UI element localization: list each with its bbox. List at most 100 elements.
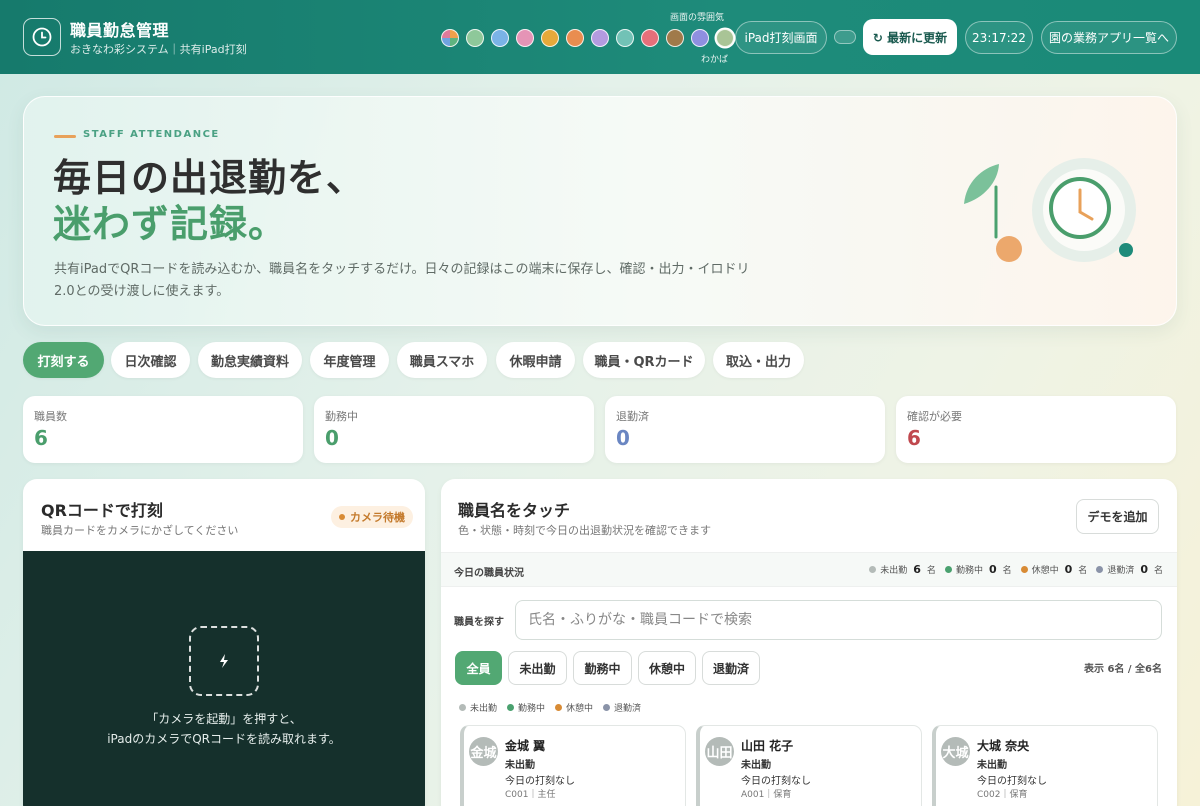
- theme-swatch[interactable]: [641, 29, 659, 47]
- theme-swatch[interactable]: [616, 29, 634, 47]
- stat-label: 勤務中: [325, 410, 358, 423]
- stat-value: 6: [34, 426, 48, 450]
- staff-touch-panel: 職員名をタッチ 色・状態・時刻で今日の出退勤状況を確認できます デモを追加 今日…: [441, 479, 1177, 806]
- status-dot-icon: [555, 704, 563, 711]
- hero-eyebrow: STAFF ATTENDANCE: [83, 129, 220, 140]
- stat-value: 0: [616, 426, 630, 450]
- theme-swatches: [441, 29, 734, 47]
- theme-swatch[interactable]: [441, 29, 459, 47]
- status-legend: 未出勤 勤務中 休憩中 退勤済: [459, 701, 641, 714]
- status-dot-icon: [507, 704, 515, 711]
- staff-name: 山田 花子: [741, 739, 794, 753]
- staff-punch-info: 今日の打刻なし: [741, 776, 811, 787]
- tab-staff-smartphone[interactable]: 職員スマホ: [397, 342, 487, 378]
- app-title: 職員勤怠管理: [70, 21, 170, 40]
- staff-card[interactable]: 大城 大城 奈央 未出勤 今日の打刻なし C002｜保育: [932, 725, 1158, 806]
- add-demo-button[interactable]: デモを追加: [1076, 499, 1159, 534]
- filter-all[interactable]: 全員: [455, 651, 502, 685]
- staff-punch-info: 今日の打刻なし: [977, 776, 1047, 787]
- status-dot-icon: [869, 566, 877, 573]
- legend-item: 勤務中: [507, 701, 545, 714]
- status-count-working: 勤務中 0 名: [944, 563, 1012, 576]
- hero-panel: STAFF ATTENDANCE 毎日の出退勤を、 迷わず記録。 共有iPadで…: [23, 96, 1177, 326]
- theme-swatch[interactable]: [516, 29, 534, 47]
- theme-swatch[interactable]: [566, 29, 584, 47]
- theme-label: 画面の雰囲気: [670, 13, 725, 23]
- legend-item: 未出勤: [459, 701, 497, 714]
- camera-viewport[interactable]: 「カメラを起動」を押すと、 iPadのカメラでQRコードを読み取れます。: [23, 551, 425, 806]
- staff-panel-title: 職員名をタッチ: [458, 501, 571, 520]
- status-dot-icon: [339, 514, 345, 520]
- today-status-bar: 今日の職員状況 未出勤 6 名 勤務中 0 名 休憩中 0 名 退勤済 0 名: [441, 552, 1177, 587]
- staff-panel-subtitle: 色・状態・時刻で今日の出退勤状況を確認できます: [458, 524, 711, 537]
- staff-search-input[interactable]: [515, 600, 1162, 640]
- theme-swatch-selected[interactable]: [716, 29, 734, 47]
- tab-punch[interactable]: 打刻する: [23, 342, 104, 378]
- qr-panel-title: QRコードで打刻: [41, 501, 163, 520]
- app-subtitle: おきなわ彩システム｜共有iPad打刻: [70, 43, 247, 56]
- status-bar-title: 今日の職員状況: [454, 568, 524, 579]
- tab-leave-request[interactable]: 休暇申請: [496, 342, 575, 378]
- stat-card-needs-review: 確認が必要 6: [896, 396, 1176, 463]
- status-count-break: 休憩中 0 名: [1020, 563, 1087, 576]
- staff-status: 未出勤: [505, 760, 535, 771]
- theme-swatch[interactable]: [466, 29, 484, 47]
- app-header: 職員勤怠管理 おきなわ彩システム｜共有iPad打刻 画面の雰囲気 わかば iPa…: [0, 0, 1200, 74]
- tab-daily-check[interactable]: 日次確認: [111, 342, 190, 378]
- camera-instruction-1: 「カメラを起動」を押すと、: [146, 712, 302, 726]
- eyebrow-accent-line: [54, 135, 76, 138]
- legend-item: 休憩中: [555, 701, 593, 714]
- tab-annual-management[interactable]: 年度管理: [310, 342, 389, 378]
- staff-meta: A001｜保育: [741, 790, 792, 800]
- legend-item: 退勤済: [603, 701, 641, 714]
- theme-swatch[interactable]: [491, 29, 509, 47]
- stat-label: 職員数: [34, 410, 67, 423]
- camera-status-label: カメラ待機: [350, 511, 405, 524]
- ipad-screen-button[interactable]: iPad打刻画面: [735, 21, 827, 54]
- staff-card[interactable]: 山田 山田 花子 未出勤 今日の打刻なし A001｜保育: [696, 725, 922, 806]
- status-count-absent: 未出勤 6 名: [869, 563, 936, 576]
- staff-card[interactable]: 金城 金城 翼 未出勤 今日の打刻なし C001｜主任: [460, 725, 686, 806]
- staff-name: 大城 奈央: [977, 739, 1030, 753]
- avatar: 山田: [705, 737, 734, 766]
- clock-display: 23:17:22: [965, 21, 1033, 54]
- search-label: 職員を探す: [454, 617, 504, 628]
- tab-import-export[interactable]: 取込・出力: [713, 342, 804, 378]
- staff-meta: C001｜主任: [505, 790, 556, 800]
- stat-card-left: 退勤済 0: [605, 396, 885, 463]
- staff-name: 金城 翼: [505, 739, 546, 753]
- status-dot-icon: [603, 704, 611, 711]
- hero-headline-2: 迷わず記録。: [53, 202, 288, 246]
- theme-swatch[interactable]: [666, 29, 684, 47]
- stat-value: 0: [325, 426, 339, 450]
- status-counts: 未出勤 6 名 勤務中 0 名 休憩中 0 名 退勤済 0 名: [869, 563, 1163, 576]
- stat-value: 6: [907, 426, 921, 450]
- filter-absent[interactable]: 未出勤: [508, 651, 567, 685]
- status-dot-icon: [944, 566, 952, 573]
- display-count: 表示 6名 / 全6名: [1083, 664, 1162, 675]
- clock-logo-icon: [23, 18, 61, 56]
- staff-meta: C002｜保育: [977, 790, 1028, 800]
- stat-card-staff-count: 職員数 6: [23, 396, 303, 463]
- camera-instruction-2: iPadのカメラでQRコードを読み取れます。: [107, 732, 341, 746]
- stat-label: 退勤済: [616, 410, 649, 423]
- filter-working[interactable]: 勤務中: [573, 651, 632, 685]
- filter-break[interactable]: 休憩中: [638, 651, 696, 685]
- filter-left[interactable]: 退勤済: [702, 651, 760, 685]
- theme-swatch[interactable]: [591, 29, 609, 47]
- status-dot-icon: [1020, 566, 1028, 573]
- theme-swatch[interactable]: [691, 29, 709, 47]
- tab-attendance-report[interactable]: 勤怠実績資料: [198, 342, 302, 378]
- status-dot-icon: [459, 704, 466, 711]
- theme-current-label: わかば: [701, 55, 729, 65]
- camera-status-badge: カメラ待機: [331, 506, 413, 528]
- refresh-button[interactable]: ↻ 最新に更新: [863, 19, 957, 55]
- apps-list-button[interactable]: 園の業務アプリ一覧へ: [1041, 21, 1177, 54]
- tab-staff-qr-card[interactable]: 職員・QRカード: [583, 342, 705, 378]
- stat-label: 確認が必要: [907, 410, 962, 423]
- theme-toggle[interactable]: [834, 30, 856, 44]
- staff-status: 未出勤: [741, 760, 771, 771]
- stat-card-working: 勤務中 0: [314, 396, 594, 463]
- avatar: 金城: [469, 737, 498, 766]
- theme-swatch[interactable]: [541, 29, 559, 47]
